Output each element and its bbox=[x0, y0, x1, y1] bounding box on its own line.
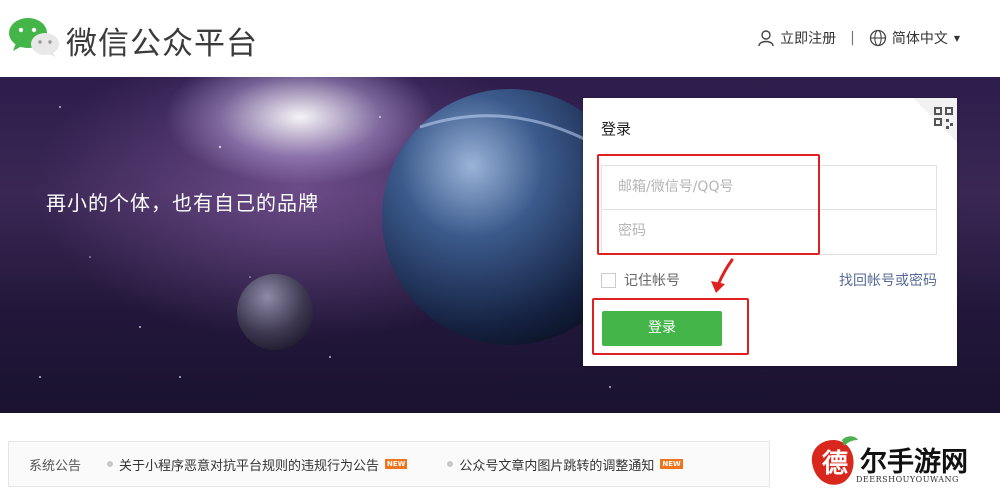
caret-down-icon[interactable]: ▼ bbox=[954, 34, 960, 43]
watermark-char: 德 bbox=[822, 449, 848, 479]
new-badge: NEW bbox=[385, 459, 408, 469]
wechat-logo-icon[interactable] bbox=[8, 16, 60, 58]
remember-checkbox[interactable] bbox=[601, 272, 616, 288]
brand-title: 微信公众平台 bbox=[66, 26, 258, 62]
system-notice-bar: 系统公告 关于小程序恶意对抗平台规则的违规行为公告 NEW 公众号文章内图片跳转… bbox=[8, 441, 770, 487]
globe-icon bbox=[869, 29, 886, 47]
banner-slogan: 再小的个体，也有自己的品牌 bbox=[46, 191, 319, 215]
bullet-dot bbox=[107, 461, 114, 467]
header-actions: 立即注册 | 简体中文 ▼ bbox=[757, 28, 960, 48]
highlight-credentials-box bbox=[597, 154, 820, 255]
watermark-text: 尔手游网 bbox=[860, 447, 968, 478]
highlight-login-button-box bbox=[592, 298, 749, 355]
remember-label: 记住帐号 bbox=[624, 273, 680, 289]
user-icon bbox=[758, 30, 774, 47]
notice-text[interactable]: 公众号文章内图片跳转的调整通知 bbox=[459, 455, 654, 474]
qrcode-icon[interactable] bbox=[913, 98, 957, 142]
language-selector[interactable]: 简体中文 bbox=[892, 28, 948, 48]
new-badge: NEW bbox=[660, 459, 683, 469]
bullet-dot bbox=[447, 461, 454, 467]
notice-label: 系统公告 bbox=[29, 458, 82, 474]
top-header: 微信公众平台 立即注册 | 简体中文 ▼ bbox=[0, 0, 1000, 77]
header-separator: | bbox=[850, 30, 855, 46]
notice-item[interactable]: 关于小程序恶意对抗平台规则的违规行为公告 NEW bbox=[107, 455, 408, 474]
arrow-annotation-icon bbox=[711, 258, 734, 293]
forgot-password-link[interactable]: 找回帐号或密码 bbox=[839, 270, 937, 290]
login-title: 登录 bbox=[601, 120, 632, 138]
remember-account[interactable]: 记住帐号 bbox=[601, 270, 680, 290]
register-link[interactable]: 立即注册 bbox=[780, 28, 836, 48]
notice-item[interactable]: 公众号文章内图片跳转的调整通知 NEW bbox=[447, 455, 683, 474]
notice-text[interactable]: 关于小程序恶意对抗平台规则的违规行为公告 bbox=[119, 455, 379, 474]
watermark-subtext: DEERSHOUYOUWANG bbox=[856, 475, 959, 484]
